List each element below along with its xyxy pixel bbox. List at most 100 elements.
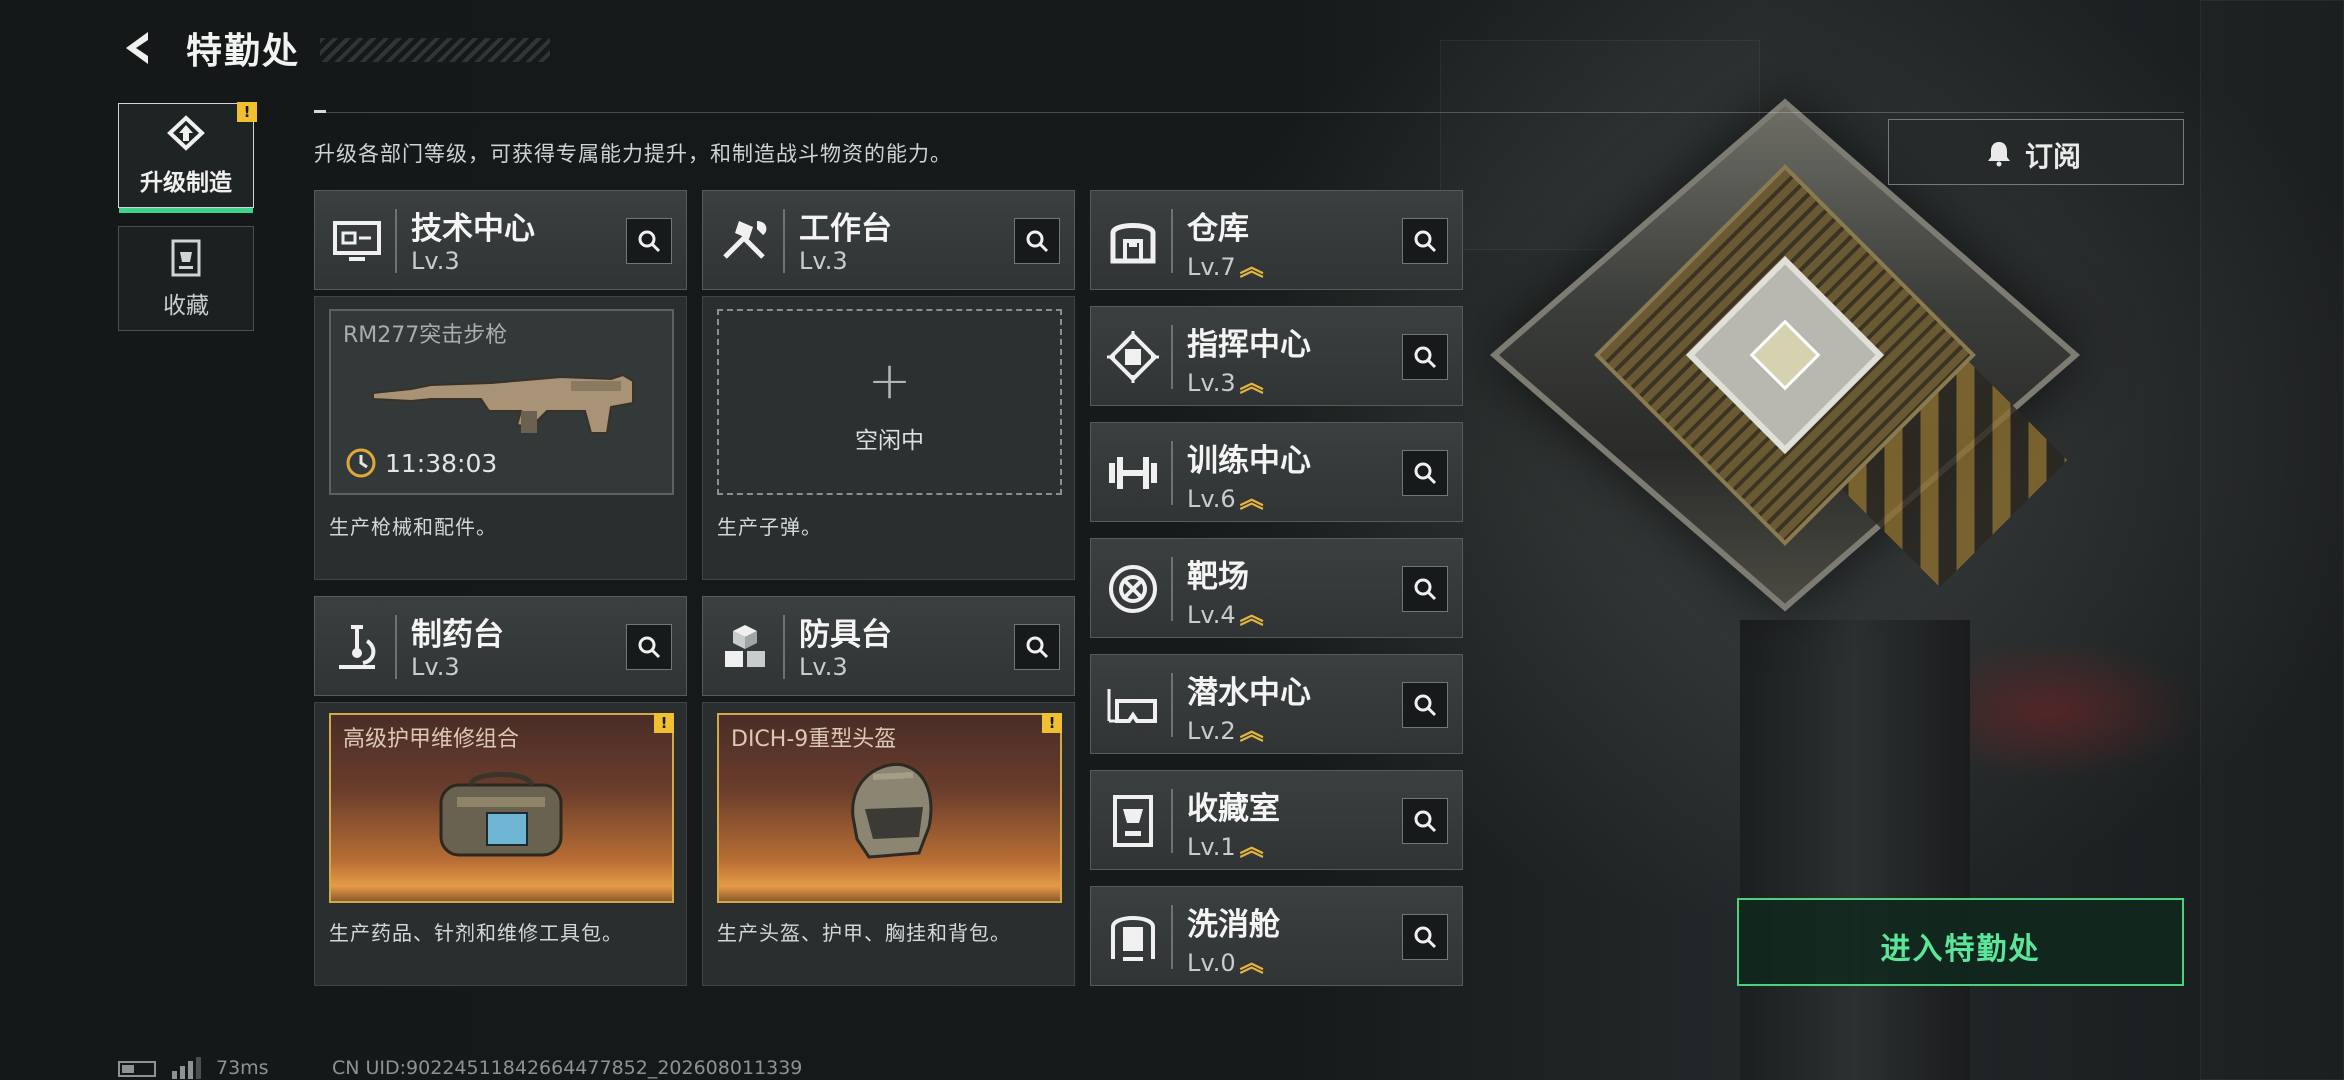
- dept-card-command-center[interactable]: 指挥中心 Lv.3 ︽: [1090, 306, 1463, 406]
- enter-hideout-button[interactable]: 进入特勤处: [1737, 898, 2184, 986]
- rifle-image: [372, 373, 634, 434]
- dept-card-training-center[interactable]: 训练中心 Lv.6 ︽: [1090, 422, 1463, 522]
- idle-label: 空闲中: [855, 428, 924, 454]
- dept-card-collection-room[interactable]: 收藏室 Lv.1 ︽: [1090, 770, 1463, 870]
- search-icon: [1414, 578, 1437, 601]
- warehouse-icon: [1110, 223, 1156, 264]
- card-separator: [1171, 905, 1173, 969]
- production-timer: 11:38:03: [385, 449, 498, 478]
- dept-name: 仓库: [1187, 211, 1249, 247]
- dept-name: 潜水中心: [1187, 675, 1311, 711]
- production-panel: DICH-9重型头盔 ! 生产头盔、护甲、胸挂和背包。: [702, 702, 1075, 986]
- upgrade-arrow-icon: ︽: [1239, 601, 1264, 629]
- dept-description: 生产枪械和配件。: [329, 515, 497, 539]
- inspect-button[interactable]: [1402, 682, 1448, 728]
- card-separator: [1171, 789, 1173, 853]
- upgrade-arrow-icon: ︽: [1239, 485, 1264, 513]
- nav-collection-label: 收藏: [163, 292, 209, 319]
- production-slot[interactable]: 高级护甲维修组合 !: [329, 713, 674, 903]
- inspect-button[interactable]: [1402, 798, 1448, 844]
- upgrade-icon: [167, 114, 205, 151]
- production-item-name: DICH-9重型头盔: [731, 727, 897, 752]
- inspect-button[interactable]: [1402, 450, 1448, 496]
- add-icon: +: [867, 351, 912, 411]
- trophy-room-icon: [1113, 795, 1153, 847]
- search-icon: [1414, 810, 1437, 833]
- uid-text: CN UID:9022451184266447785​2_20260801133…: [332, 1057, 803, 1079]
- dept-level-row: Lv.6 ︽: [1187, 479, 1264, 514]
- search-icon: [638, 636, 661, 659]
- card-separator: [1171, 673, 1173, 737]
- dept-level-row: Lv.2 ︽: [1187, 711, 1264, 746]
- ping-value: 73ms: [216, 1057, 269, 1079]
- upgrade-arrow-icon: ︽: [1239, 253, 1264, 281]
- back-arrow-icon[interactable]: [118, 28, 158, 68]
- dept-level-row: Lv.1 ︽: [1187, 827, 1264, 862]
- dept-level: Lv.4: [1187, 601, 1236, 629]
- bell-icon: [1988, 142, 2010, 167]
- inspect-button[interactable]: [626, 624, 672, 670]
- microscope-icon: [339, 625, 376, 669]
- dept-level: Lv.0: [1187, 949, 1236, 977]
- dept-level: Lv.3: [411, 653, 460, 681]
- dept-card-workbench[interactable]: 工作台 Lv.3: [702, 190, 1075, 290]
- diving-mask-icon: [1107, 689, 1157, 723]
- dept-card-diving-center[interactable]: 潜水中心 Lv.2 ︽: [1090, 654, 1463, 754]
- production-panel: 高级护甲维修组合 ! 生产药品、针剂和维修工具包。: [314, 702, 687, 986]
- dept-level-row: Lv.7 ︽: [1187, 247, 1264, 282]
- dept-name: 指挥中心: [1187, 327, 1311, 363]
- dept-name: 靶场: [1187, 559, 1249, 595]
- dept-level: Lv.3: [411, 247, 460, 275]
- dept-card-pharmacy[interactable]: 制药台 Lv.3: [314, 596, 687, 696]
- dept-name: 洗消舱: [1187, 907, 1280, 943]
- dept-card-armor-bench[interactable]: 防具台 Lv.3: [702, 596, 1075, 696]
- inspect-button[interactable]: [1014, 218, 1060, 264]
- upgrade-arrow-icon: ︽: [1239, 717, 1264, 745]
- production-item-name: 高级护甲维修组合: [343, 727, 520, 752]
- dept-card-shooting-range[interactable]: 靶场 Lv.4 ︽: [1090, 538, 1463, 638]
- inspect-button[interactable]: [1402, 218, 1448, 264]
- inspect-button[interactable]: [1014, 624, 1060, 670]
- inspect-button[interactable]: [626, 218, 672, 264]
- search-icon: [1414, 694, 1437, 717]
- nav-upgrade-label: 升级制造: [140, 169, 232, 196]
- dept-level-row: Lv.4 ︽: [1187, 595, 1264, 630]
- upgrade-arrow-icon: ︽: [1239, 949, 1264, 977]
- dept-name: 工作台: [799, 211, 892, 247]
- nav-collection[interactable]: 收藏: [118, 226, 254, 331]
- clock-icon: [346, 448, 376, 478]
- dept-name: 制药台: [411, 617, 504, 653]
- card-separator: [1171, 557, 1173, 621]
- divider: [314, 112, 2184, 113]
- dept-level: Lv.3: [799, 653, 848, 681]
- dept-card-warehouse[interactable]: 仓库 Lv.7 ︽: [1090, 190, 1463, 290]
- dumbbell-icon: [1109, 457, 1157, 489]
- production-panel: + 空闲中 生产子弹。: [702, 296, 1075, 580]
- dept-description: 生产子弹。: [717, 515, 822, 539]
- warning-badge: !: [654, 713, 674, 733]
- card-separator: [395, 209, 397, 273]
- nav-upgrade-manufacture[interactable]: 升级制造 !: [118, 102, 257, 213]
- divider-mark: [314, 110, 326, 113]
- page-title: 特勤处: [186, 31, 301, 72]
- search-icon: [1414, 926, 1437, 949]
- upgrade-arrow-icon: ︽: [1239, 833, 1264, 861]
- inspect-button[interactable]: [1402, 914, 1448, 960]
- monitor-icon: [333, 221, 381, 261]
- chip-icon: [1107, 331, 1159, 383]
- dept-card-decon-chamber[interactable]: 洗消舱 Lv.0 ︽: [1090, 886, 1463, 986]
- production-slot[interactable]: RM277突击步枪 11:38:03: [329, 309, 674, 495]
- production-panel: RM277突击步枪 11:38:03 生产枪械和配件。: [314, 296, 687, 580]
- dept-card-tech-center[interactable]: 技术中心 Lv.3: [314, 190, 687, 290]
- production-slot[interactable]: DICH-9重型头盔 !: [717, 713, 1062, 903]
- inspect-button[interactable]: [1402, 334, 1448, 380]
- dept-description: 生产头盔、护甲、胸挂和背包。: [717, 921, 1011, 945]
- dept-level-row: Lv.3 ︽: [1187, 363, 1264, 398]
- collection-icon: [171, 239, 201, 276]
- production-item-name: RM277突击步枪: [343, 323, 508, 348]
- inspect-button[interactable]: [1402, 566, 1448, 612]
- dept-level: Lv.6: [1187, 485, 1236, 513]
- idle-slot[interactable]: + 空闲中: [717, 309, 1062, 495]
- subscribe-button[interactable]: 订阅: [1888, 119, 2184, 185]
- signal-icon: [172, 1057, 201, 1079]
